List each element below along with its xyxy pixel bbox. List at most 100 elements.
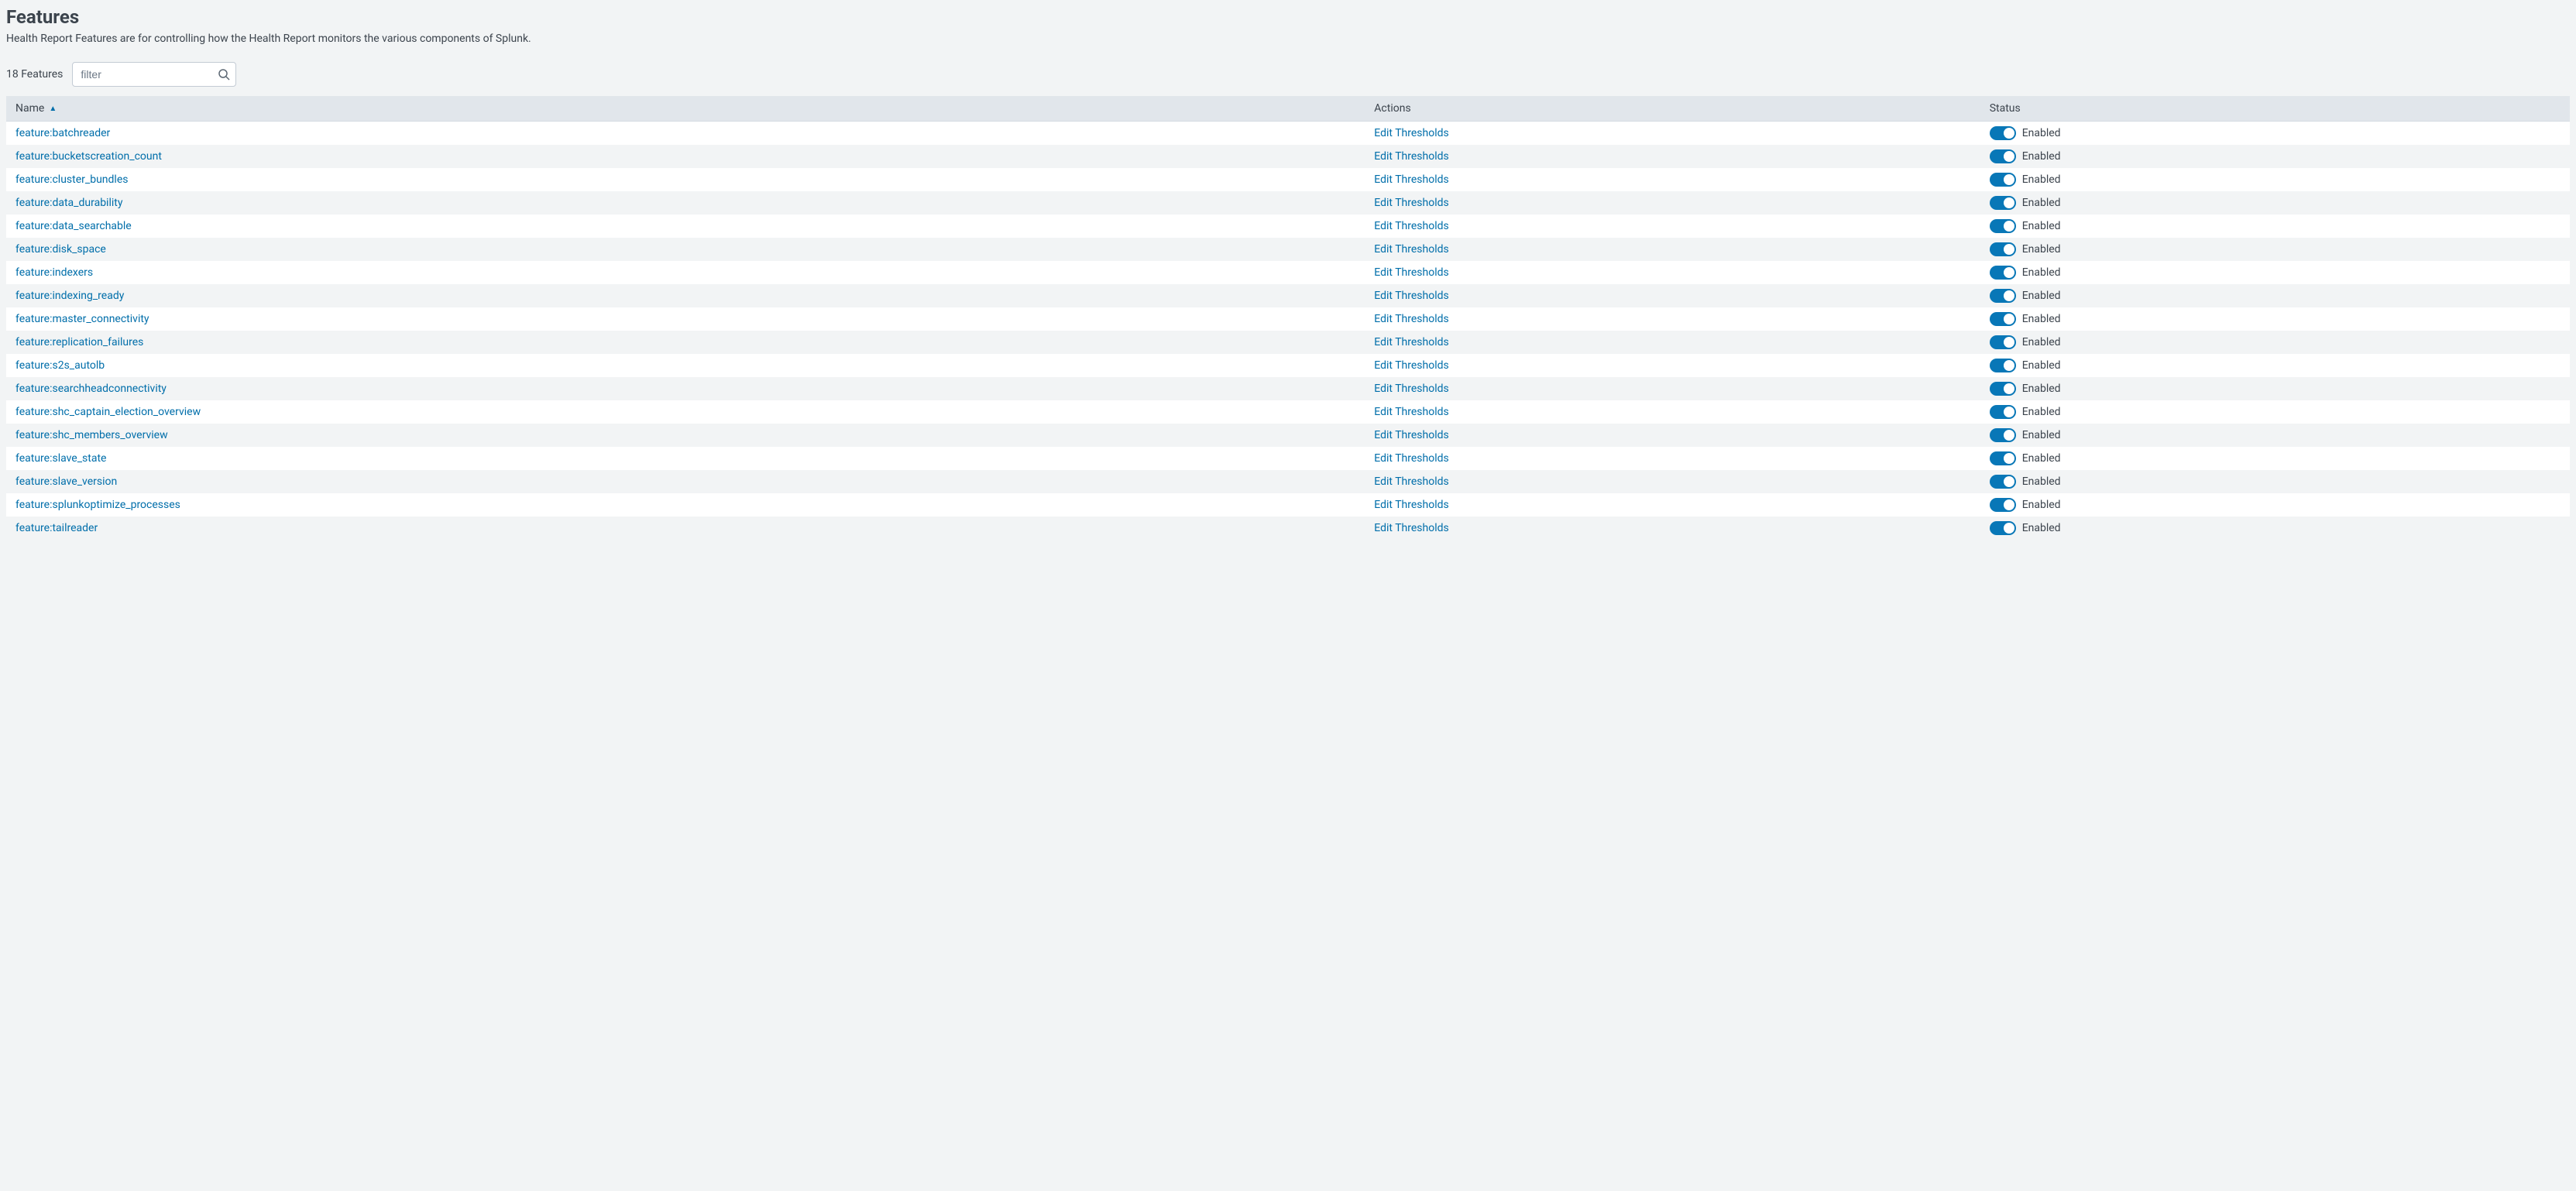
toggle-knob [2004, 360, 2014, 371]
page-description: Health Report Features are for controlli… [6, 33, 2570, 45]
status-toggle[interactable] [1990, 498, 2016, 512]
feature-name-link[interactable]: feature:tailreader [15, 522, 98, 534]
toggle-knob [2004, 267, 2014, 278]
edit-thresholds-link[interactable]: Edit Thresholds [1374, 406, 1448, 418]
feature-name-link[interactable]: feature:splunkoptimize_processes [15, 499, 180, 511]
status-label: Enabled [2022, 197, 2061, 209]
feature-name-link[interactable]: feature:searchheadconnectivity [15, 383, 167, 395]
feature-name-link[interactable]: feature:slave_state [15, 452, 106, 465]
column-header-actions[interactable]: Actions [1365, 96, 1980, 122]
table-row: feature:data_searchableEdit ThresholdsEn… [6, 215, 2570, 238]
edit-thresholds-link[interactable]: Edit Thresholds [1374, 522, 1448, 534]
edit-thresholds-link[interactable]: Edit Thresholds [1374, 359, 1448, 372]
status-label: Enabled [2022, 127, 2061, 139]
status-toggle[interactable] [1990, 289, 2016, 303]
feature-name-link[interactable]: feature:data_searchable [15, 220, 132, 232]
controls-row: 18 Features [6, 62, 2570, 87]
filter-input[interactable] [72, 62, 236, 87]
status-toggle[interactable] [1990, 382, 2016, 396]
status-label: Enabled [2022, 452, 2061, 465]
toggle-knob [2004, 221, 2014, 232]
feature-name-link[interactable]: feature:master_connectivity [15, 313, 149, 325]
toggle-knob [2004, 523, 2014, 534]
status-toggle[interactable] [1990, 359, 2016, 372]
column-header-actions-label: Actions [1374, 102, 1410, 115]
edit-thresholds-link[interactable]: Edit Thresholds [1374, 243, 1448, 256]
edit-thresholds-link[interactable]: Edit Thresholds [1374, 313, 1448, 325]
status-label: Enabled [2022, 336, 2061, 348]
edit-thresholds-link[interactable]: Edit Thresholds [1374, 383, 1448, 395]
column-header-name[interactable]: Name ▲ [6, 96, 1365, 122]
feature-name-link[interactable]: feature:data_durability [15, 197, 122, 209]
toggle-knob [2004, 151, 2014, 162]
table-row: feature:master_connectivity Edit Threshol… [6, 307, 2570, 331]
edit-thresholds-link[interactable]: Edit Thresholds [1374, 475, 1448, 488]
edit-thresholds-link[interactable]: Edit Thresholds [1374, 499, 1448, 511]
sort-ascending-icon: ▲ [49, 105, 57, 113]
status-label: Enabled [2022, 150, 2061, 163]
edit-thresholds-link[interactable]: Edit Thresholds [1374, 429, 1448, 441]
table-row: feature:indexing_readyEdit ThresholdsEna… [6, 284, 2570, 307]
status-label: Enabled [2022, 359, 2061, 372]
feature-name-link[interactable]: feature:shc_members_overview [15, 429, 168, 441]
edit-thresholds-link[interactable]: Edit Thresholds [1374, 336, 1448, 348]
status-toggle[interactable] [1990, 196, 2016, 210]
feature-name-link[interactable]: feature:slave_version [15, 475, 117, 488]
toggle-knob [2004, 174, 2014, 185]
status-label: Enabled [2022, 499, 2061, 511]
status-label: Enabled [2022, 429, 2061, 441]
edit-thresholds-link[interactable]: Edit Thresholds [1374, 266, 1448, 279]
feature-name-link[interactable]: feature:indexers [15, 266, 93, 279]
table-row: feature:shc_members_overview Edit Thresho… [6, 424, 2570, 447]
status-toggle[interactable] [1990, 219, 2016, 233]
table-row: feature:slave_state Edit Thresholds Enable… [6, 447, 2570, 470]
column-header-status-label: Status [1990, 102, 2021, 115]
feature-name-link[interactable]: feature:batchreader [15, 127, 110, 139]
status-toggle[interactable] [1990, 126, 2016, 140]
status-label: Enabled [2022, 522, 2061, 534]
edit-thresholds-link[interactable]: Edit Thresholds [1374, 173, 1448, 186]
toggle-knob [2004, 244, 2014, 255]
status-toggle[interactable] [1990, 451, 2016, 465]
feature-name-link[interactable]: feature:s2s_autolb [15, 359, 105, 372]
feature-name-link[interactable]: feature:disk_space [15, 243, 106, 256]
status-toggle[interactable] [1990, 266, 2016, 280]
status-toggle[interactable] [1990, 312, 2016, 326]
edit-thresholds-link[interactable]: Edit Thresholds [1374, 127, 1448, 139]
feature-count-label: 18 Features [6, 68, 63, 81]
feature-name-link[interactable]: feature:cluster_bundles [15, 173, 128, 186]
feature-name-link[interactable]: feature:shc_captain_election_overview [15, 406, 201, 418]
toggle-knob [2004, 430, 2014, 441]
table-row: feature:replication_failures Edit Thresho… [6, 331, 2570, 354]
status-label: Enabled [2022, 173, 2061, 186]
status-toggle[interactable] [1990, 428, 2016, 442]
status-toggle[interactable] [1990, 242, 2016, 256]
toggle-knob [2004, 407, 2014, 417]
toggle-knob [2004, 383, 2014, 394]
status-label: Enabled [2022, 243, 2061, 256]
page-title: Features [6, 6, 2570, 28]
status-toggle[interactable] [1990, 405, 2016, 419]
table-row: feature:bucketscreation_count Edit Thresh… [6, 145, 2570, 168]
feature-name-link[interactable]: feature:bucketscreation_count [15, 150, 162, 163]
toggle-knob [2004, 476, 2014, 487]
column-header-status[interactable]: Status [1980, 96, 2570, 122]
feature-name-link[interactable]: feature:replication_failures [15, 336, 143, 348]
feature-name-link[interactable]: feature:indexing_ready [15, 290, 124, 302]
status-toggle[interactable] [1990, 335, 2016, 349]
edit-thresholds-link[interactable]: Edit Thresholds [1374, 197, 1448, 209]
edit-thresholds-link[interactable]: Edit Thresholds [1374, 290, 1448, 302]
status-label: Enabled [2022, 406, 2061, 418]
status-toggle[interactable] [1990, 521, 2016, 535]
status-toggle[interactable] [1990, 149, 2016, 163]
table-row: feature:batchreader Edit Thresholds Enable… [6, 122, 2570, 146]
status-toggle[interactable] [1990, 475, 2016, 489]
edit-thresholds-link[interactable]: Edit Thresholds [1374, 220, 1448, 232]
table-row: feature:cluster_bundles Edit Thresholds En… [6, 168, 2570, 191]
status-toggle[interactable] [1990, 173, 2016, 187]
status-label: Enabled [2022, 383, 2061, 395]
status-label: Enabled [2022, 266, 2061, 279]
edit-thresholds-link[interactable]: Edit Thresholds [1374, 452, 1448, 465]
table-row: feature:data_durability Edit Thresholds En… [6, 191, 2570, 215]
edit-thresholds-link[interactable]: Edit Thresholds [1374, 150, 1448, 163]
